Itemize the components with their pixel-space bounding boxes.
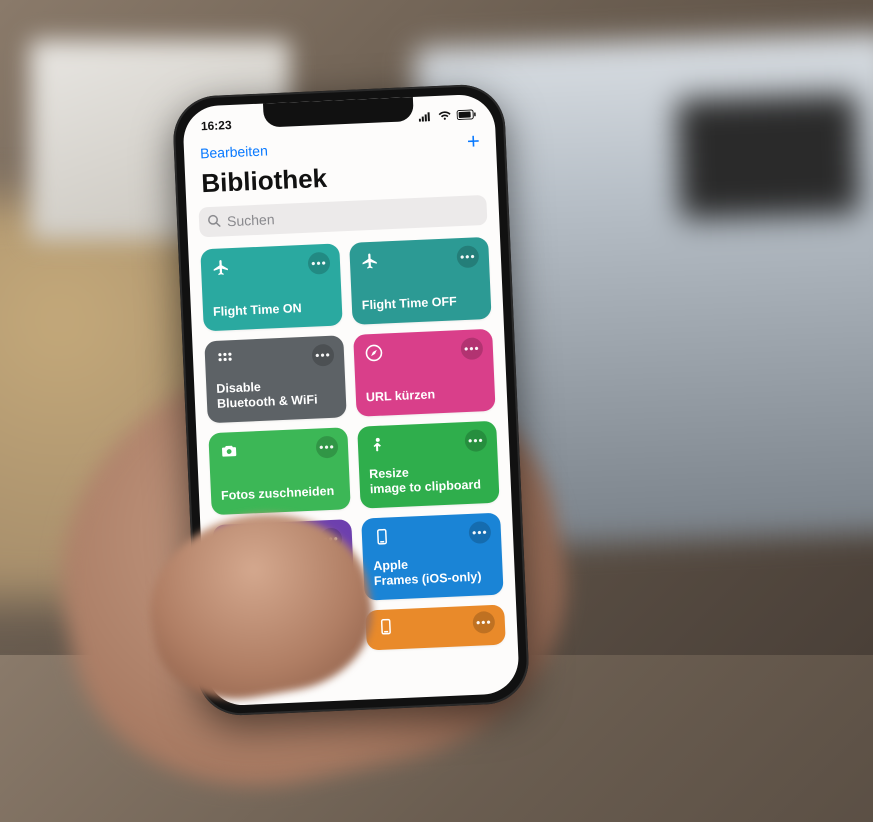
tile-label: AppleFrames (iOS-only) xyxy=(373,554,493,590)
search-icon xyxy=(207,213,222,231)
shortcut-tile[interactable]: ••• Fotos zuschneiden xyxy=(208,427,350,515)
tile-more-button[interactable]: ••• xyxy=(312,344,335,367)
shortcut-tile[interactable]: ••• Flight Time OFF xyxy=(349,237,491,325)
camera-icon xyxy=(219,441,240,462)
wifi-icon xyxy=(437,110,451,121)
tile-label: Flight Time OFF xyxy=(362,294,482,315)
shortcut-tile[interactable]: ••• Flight Time ON xyxy=(200,243,342,331)
shortcut-tile[interactable]: ••• Resizeimage to clipboard xyxy=(357,421,499,509)
tile-more-button[interactable]: ••• xyxy=(468,521,491,544)
edit-button[interactable]: Bearbeiten xyxy=(200,142,268,161)
shortcut-tile[interactable]: ••• xyxy=(365,605,506,651)
braille-icon xyxy=(215,349,236,370)
tile-label: URL kürzen xyxy=(366,386,486,407)
phone-frame-icon xyxy=(375,616,396,637)
tile-label: Resizeimage to clipboard xyxy=(369,462,489,498)
airplane-icon xyxy=(211,257,232,278)
person-icon xyxy=(368,434,389,455)
safari-icon xyxy=(364,343,385,364)
tile-more-button[interactable]: ••• xyxy=(456,245,479,268)
airplane-icon xyxy=(360,251,381,272)
tile-more-button[interactable]: ••• xyxy=(472,611,495,634)
tile-more-button[interactable]: ••• xyxy=(464,429,487,452)
tile-label: Flight Time ON xyxy=(213,300,333,321)
tile-more-button[interactable]: ••• xyxy=(316,436,339,459)
tile-label: DisableBluetooth & WiFi xyxy=(216,376,336,412)
battery-icon xyxy=(456,109,476,120)
tile-more-button[interactable]: ••• xyxy=(308,252,331,275)
add-button[interactable]: + xyxy=(467,130,481,153)
tile-label: Fotos zuschneiden xyxy=(221,484,341,505)
shortcut-tile[interactable]: ••• URL kürzen xyxy=(353,329,495,417)
cellular-signal-icon xyxy=(418,111,432,122)
phone-frame-icon xyxy=(372,526,393,547)
tile-more-button[interactable]: ••• xyxy=(460,337,483,360)
shortcut-tile[interactable]: ••• AppleFrames (iOS-only) xyxy=(361,513,503,601)
status-time: 16:23 xyxy=(201,118,232,133)
search-placeholder: Suchen xyxy=(227,211,275,229)
shortcut-tile[interactable]: ••• DisableBluetooth & WiFi xyxy=(204,335,346,423)
